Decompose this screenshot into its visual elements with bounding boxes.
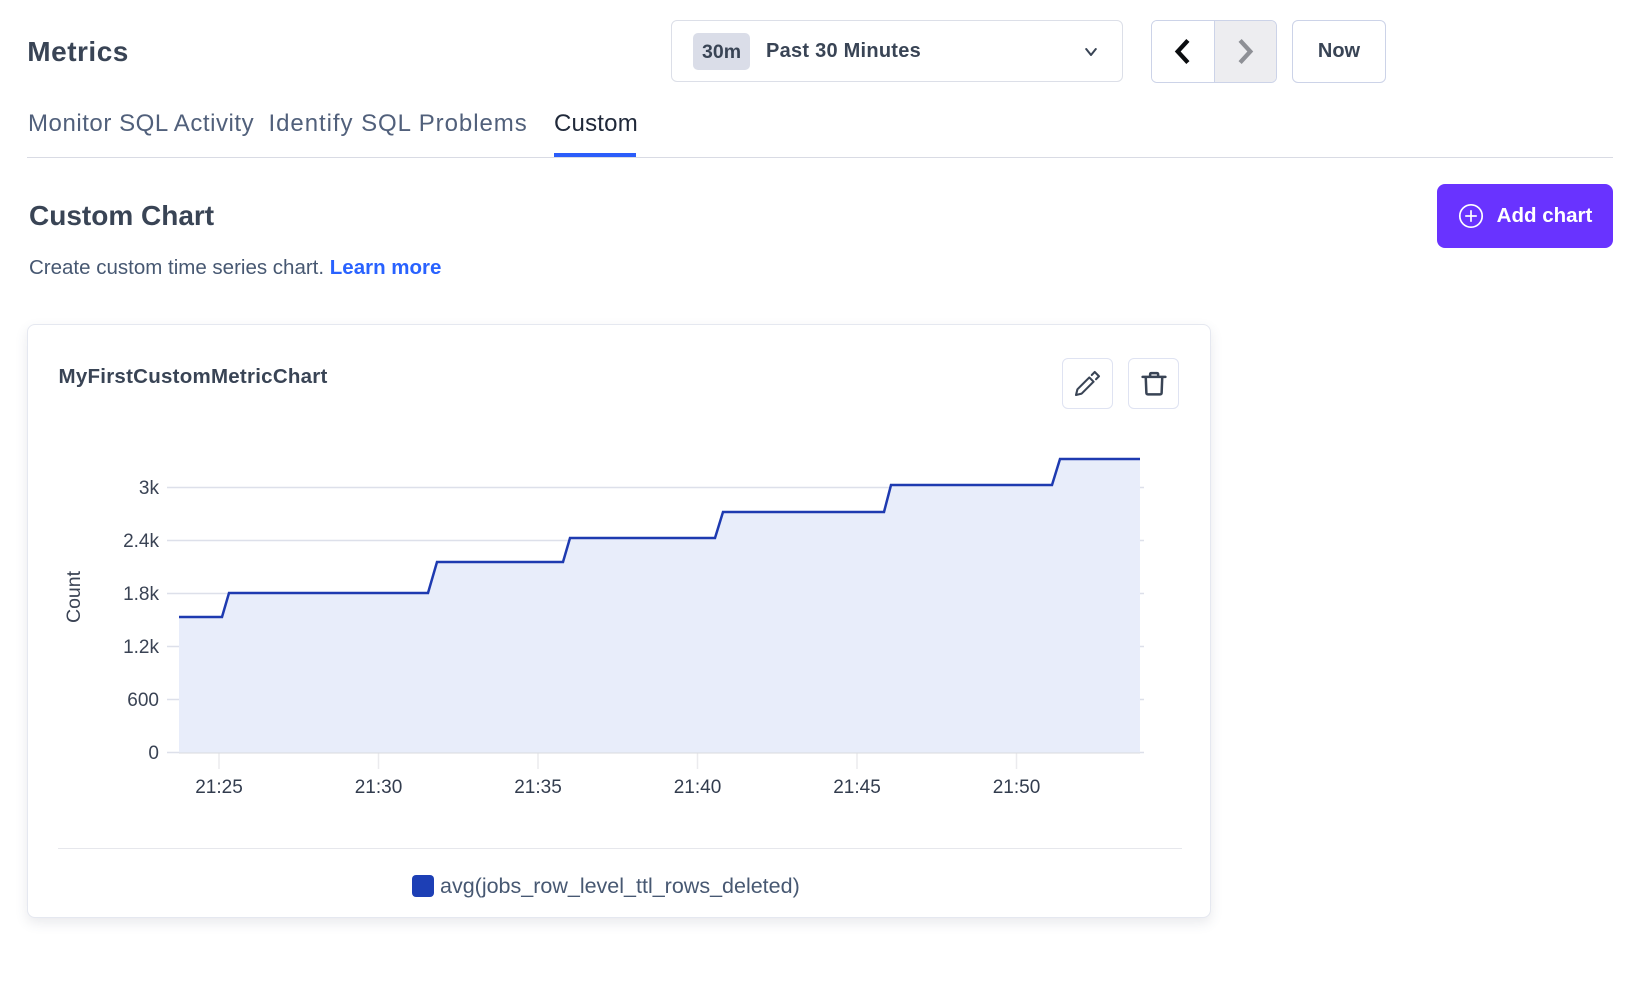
svg-text:21:30: 21:30 [355, 777, 403, 798]
svg-text:21:50: 21:50 [993, 777, 1041, 798]
svg-text:1.2k: 1.2k [123, 637, 159, 658]
svg-text:21:35: 21:35 [514, 777, 562, 798]
svg-text:2.4k: 2.4k [123, 531, 159, 552]
svg-text:1.8k: 1.8k [123, 584, 159, 605]
svg-text:3k: 3k [139, 478, 160, 499]
svg-text:0: 0 [148, 743, 159, 764]
svg-text:21:40: 21:40 [674, 777, 722, 798]
svg-text:21:45: 21:45 [833, 777, 881, 798]
svg-text:600: 600 [127, 690, 159, 711]
svg-text:Count: Count [63, 570, 85, 623]
svg-text:21:25: 21:25 [195, 777, 243, 798]
